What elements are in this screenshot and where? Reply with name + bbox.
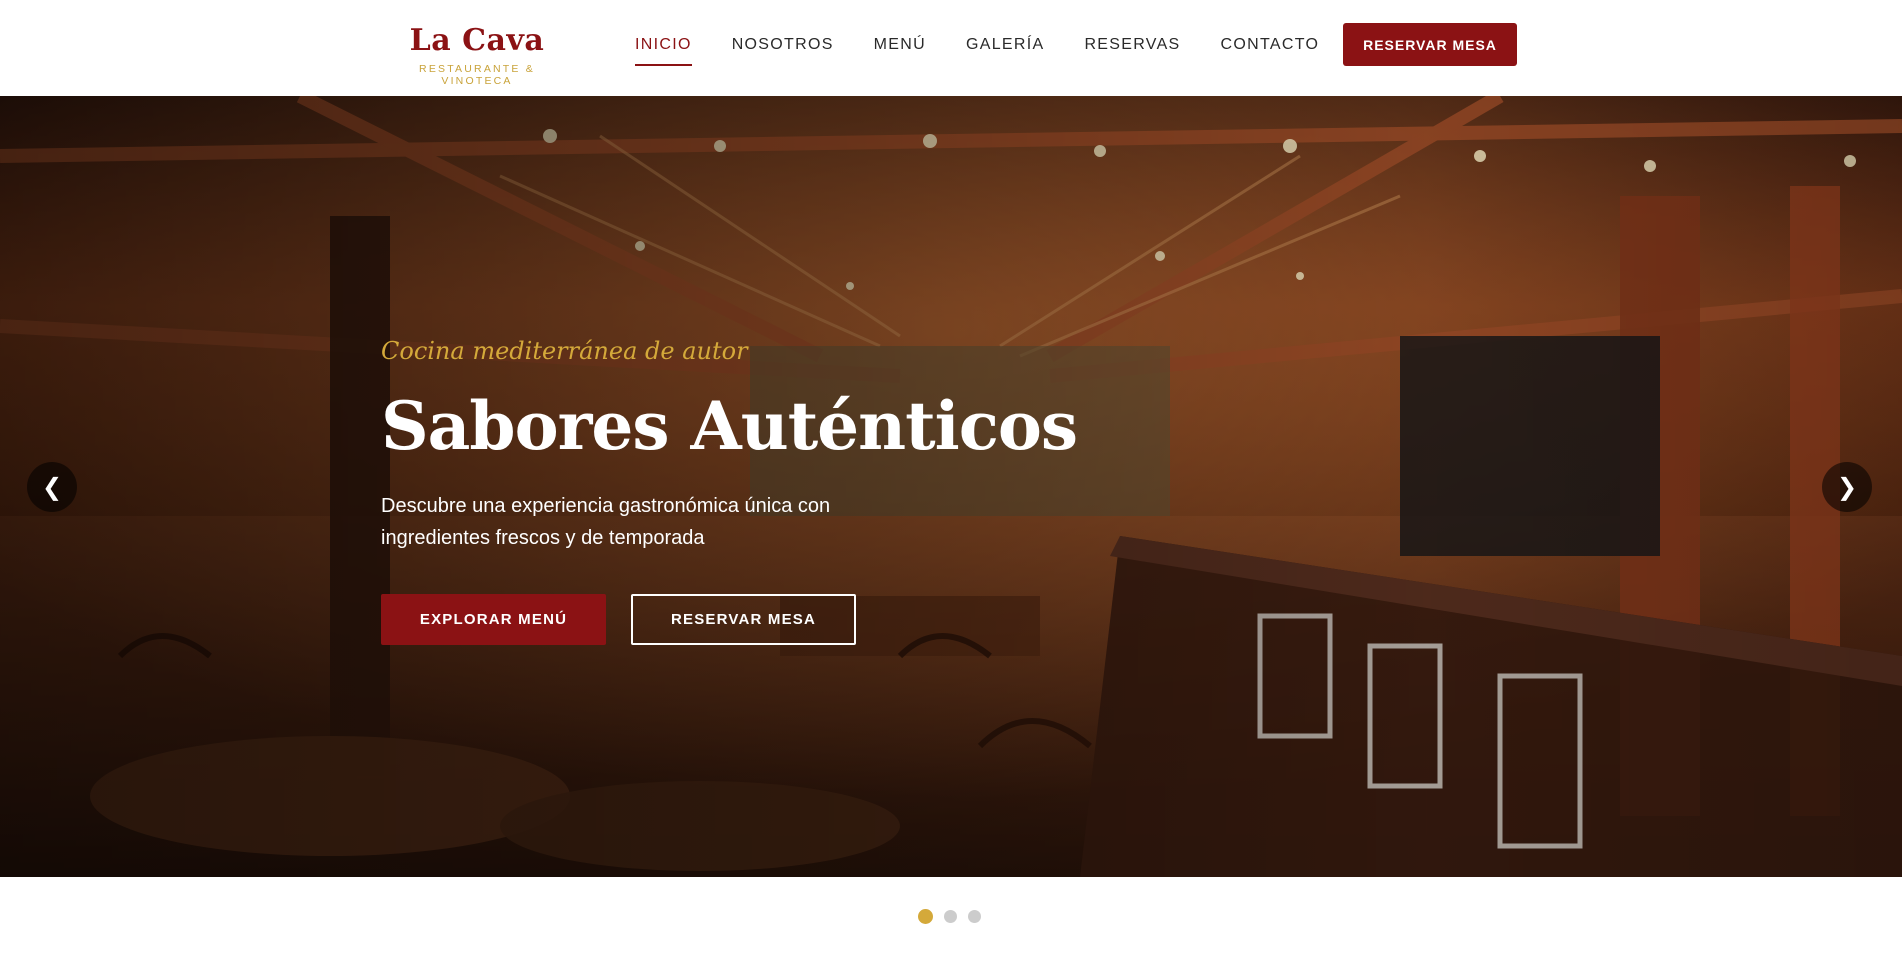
main-nav: INICIO NOSOTROS MENÚ GALERÍA RESERVAS CO… <box>635 36 1359 66</box>
nav-item-galeria[interactable]: GALERÍA <box>966 36 1044 66</box>
hero-title: Sabores Auténticos <box>381 387 1078 465</box>
hero-tagline: Cocina mediterránea de autor <box>381 337 748 365</box>
nav-item-menu[interactable]: MENÚ <box>874 36 926 66</box>
hero-buttons: EXPLORAR MENÚ RESERVAR MESA <box>381 594 1081 645</box>
nav-item-nosotros[interactable]: NOSOTROS <box>732 36 834 66</box>
header-reserve-button[interactable]: RESERVAR MESA <box>1343 23 1517 66</box>
slider-dot-1[interactable] <box>918 909 933 924</box>
logo[interactable]: La Cava RESTAURANTE & VINOTECA <box>381 23 573 88</box>
slider-dot-3[interactable] <box>968 910 981 923</box>
reserve-table-button[interactable]: RESERVAR MESA <box>631 594 856 645</box>
nav-item-reservas[interactable]: RESERVAS <box>1084 36 1180 66</box>
hero-content: Cocina mediterránea de autor Sabores Aut… <box>381 336 1081 645</box>
chevron-left-icon[interactable]: ❮ <box>27 462 77 512</box>
nav-item-inicio[interactable]: INICIO <box>635 36 692 66</box>
hero-description: Descubre una experiencia gastronómica ún… <box>381 495 831 549</box>
logo-subtitle: RESTAURANTE & VINOTECA <box>419 63 535 87</box>
slider-dots <box>918 909 992 924</box>
nav-item-contacto[interactable]: CONTACTO <box>1221 36 1320 66</box>
logo-title: La Cava <box>409 23 545 58</box>
hero-slider: Cocina mediterránea de autor Sabores Aut… <box>0 96 1902 877</box>
explore-menu-button[interactable]: EXPLORAR MENÚ <box>381 594 606 645</box>
chevron-right-icon[interactable]: ❯ <box>1822 462 1872 512</box>
slider-dot-2[interactable] <box>944 910 957 923</box>
site-header: La Cava RESTAURANTE & VINOTECA INICIO NO… <box>0 0 1902 96</box>
